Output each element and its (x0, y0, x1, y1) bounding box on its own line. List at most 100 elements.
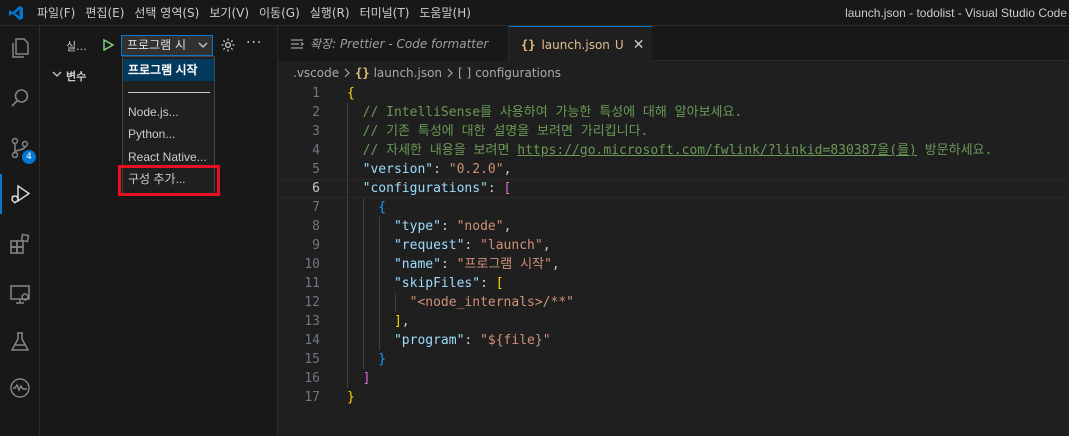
more-actions-icon[interactable]: ··· (246, 35, 262, 51)
highlight-annotation-box (118, 165, 220, 196)
menu-bar: 파일(F) 편집(E) 선택 영역(S) 보기(V) 이동(G) 실행(R) 터미널(T) 도… (32, 0, 476, 26)
run-debug-icon[interactable] (0, 174, 40, 214)
line-source: // IntelliSense를 사용하여 가능한 특성에 대해 알아보세요. (347, 103, 743, 122)
variables-label: 변수 (66, 70, 87, 83)
line-source: } (347, 350, 386, 369)
code-token: : (440, 219, 457, 234)
code-token: "type" (393, 219, 441, 234)
menu-item-7[interactable]: 도움말(H) (414, 0, 476, 26)
source-control-icon[interactable]: 4 (0, 128, 40, 168)
tab-launch-json[interactable]: {} launch.json U ✕ (509, 26, 652, 62)
extensions-icon[interactable] (0, 224, 40, 264)
chevron-right-icon (343, 68, 351, 78)
code-token: : (440, 257, 457, 272)
breadcrumb-file[interactable]: launch.json (374, 66, 442, 80)
line-source: { (347, 198, 386, 217)
code-token: , (401, 314, 410, 329)
code-line[interactable]: 8 "type": "node", (278, 217, 1069, 236)
menu-item-5[interactable]: 실행(R) (305, 0, 355, 26)
dropdown-item-python[interactable]: Python... (123, 123, 214, 145)
line-number: 1 (312, 86, 320, 101)
line-source: "request": "launch", (347, 236, 551, 255)
code-line[interactable]: 1{ (278, 84, 1069, 103)
array-symbol-icon: [ ] (458, 66, 472, 80)
dropdown-item-nodejs[interactable]: Node.js... (123, 101, 214, 123)
line-number: 11 (304, 276, 320, 291)
code-line[interactable]: 11 "skipFiles": [ (278, 274, 1069, 293)
code-token: : (464, 238, 481, 253)
start-debugging-button[interactable] (100, 37, 116, 53)
search-icon[interactable] (0, 78, 40, 118)
code-line[interactable]: 17} (278, 388, 1069, 407)
line-number: 9 (312, 238, 320, 253)
explorer-icon[interactable] (0, 28, 40, 68)
line-number: 2 (312, 105, 320, 120)
testing-icon[interactable] (0, 322, 40, 362)
line-source: "type": "node", (347, 217, 511, 236)
code-editor[interactable]: 1{2 // IntelliSense를 사용하여 가능한 특성에 대해 알아보… (278, 84, 1069, 436)
code-line[interactable]: 6 "configurations": [ (278, 179, 1069, 198)
remote-explorer-icon[interactable] (0, 274, 40, 314)
line-number: 6 (312, 181, 320, 196)
line-number: 4 (312, 143, 320, 158)
code-token: { (347, 200, 387, 215)
line-source: { (347, 84, 355, 103)
menu-item-0[interactable]: 파일(F) (32, 0, 80, 26)
code-line[interactable]: 3 // 기존 특성에 대한 설명을 보려면 가리킵니다. (278, 122, 1069, 141)
gear-icon[interactable] (220, 37, 236, 53)
tab-prettier-extension[interactable]: 확장: Prettier - Code formatter (278, 26, 509, 61)
chevron-down-icon (52, 68, 62, 83)
code-line[interactable]: 2 // IntelliSense를 사용하여 가능한 특성에 대해 알아보세요… (278, 103, 1069, 122)
menu-item-2[interactable]: 선택 영역(S) (129, 0, 204, 26)
code-line[interactable]: 10 "name": "프로그램 시작", (278, 255, 1069, 274)
code-token: "0.2.0" (448, 162, 504, 177)
code-line[interactable]: 14 "program": "${file}" (278, 331, 1069, 350)
breadcrumb-symbol[interactable]: configurations (475, 66, 561, 80)
code-token: : (487, 181, 504, 196)
line-number: 13 (304, 314, 320, 329)
line-source: // 기존 특성에 대한 설명을 보려면 가리킵니다. (347, 122, 649, 141)
menu-item-3[interactable]: 보기(V) (204, 0, 254, 26)
line-number: 17 (304, 390, 320, 405)
code-line[interactable]: 7 { (278, 198, 1069, 217)
breadcrumb-folder[interactable]: .vscode (293, 66, 339, 80)
code-token: , (503, 219, 512, 234)
code-token: // 기존 특성에 대한 설명을 보려면 가리킵니다. (347, 124, 649, 139)
vscode-logo-icon (0, 0, 32, 26)
activity-bar: 4 (0, 26, 40, 436)
code-token: "name" (393, 257, 441, 272)
code-token: { (347, 86, 355, 101)
code-line[interactable]: 13 ], (278, 312, 1069, 331)
code-token: : (433, 162, 449, 177)
line-number: 5 (312, 162, 320, 177)
code-line[interactable]: 15 } (278, 350, 1069, 369)
timeline-icon[interactable] (0, 368, 40, 408)
code-line[interactable]: 12 "<node_internals>/**" (278, 293, 1069, 312)
menu-item-4[interactable]: 이동(G) (254, 0, 305, 26)
code-token: : (480, 276, 496, 291)
line-number: 10 (304, 257, 320, 272)
menu-item-6[interactable]: 터미널(T) (355, 0, 415, 26)
close-icon[interactable]: ✕ (633, 37, 645, 53)
debug-config-select[interactable]: 프로그램 시 (121, 35, 213, 56)
untracked-status-badge: U (614, 37, 624, 52)
code-token: , (503, 162, 512, 177)
code-token: , (551, 257, 560, 272)
code-line[interactable]: 4 // 자세한 내용을 보려면 https://go.microsoft.co… (278, 141, 1069, 160)
code-line[interactable]: 16 ] (278, 369, 1069, 388)
line-number: 7 (312, 200, 320, 215)
menu-item-1[interactable]: 편집(E) (80, 0, 129, 26)
code-line[interactable]: 9 "request": "launch", (278, 236, 1069, 255)
code-token: "version" (362, 162, 434, 177)
line-source: ], (347, 312, 410, 331)
dropdown-item-launch-program[interactable]: 프로그램 시작 (123, 59, 214, 81)
code-token: } (347, 352, 387, 367)
code-line[interactable]: 5 "version": "0.2.0", (278, 160, 1069, 179)
tab-label: 확장: Prettier - Code formatter (310, 37, 489, 51)
